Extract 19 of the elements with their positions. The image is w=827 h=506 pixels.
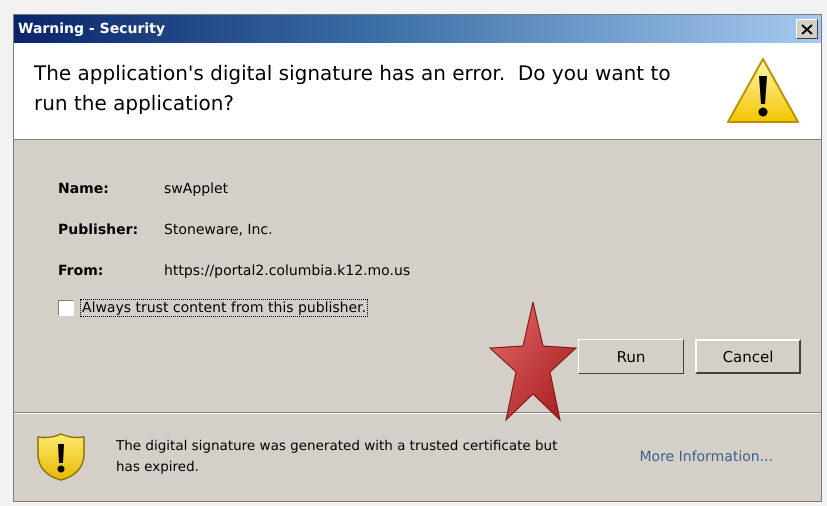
trust-checkbox[interactable] xyxy=(58,300,74,316)
footer-message: The digital signature was generated with a trusted certificate but has expired. xyxy=(116,437,558,477)
shield-warning-icon xyxy=(36,432,86,482)
field-label: Name: xyxy=(58,180,110,196)
close-icon xyxy=(801,24,813,34)
field-value: Stoneware, Inc. xyxy=(164,222,273,238)
cancel-button[interactable]: Cancel xyxy=(695,339,801,374)
field-value: https://portal2.columbia.k12.mo.us xyxy=(164,262,410,278)
field-label: Publisher: xyxy=(58,222,140,238)
header-message: The application's digital signature has an error. Do you want to run the application? xyxy=(34,60,672,117)
run-button[interactable]: Run xyxy=(578,339,684,374)
field-label: From: xyxy=(58,262,104,278)
checkbox-label[interactable]: Always trust content from this publisher. xyxy=(80,299,368,317)
more-information-link[interactable]: More Information... xyxy=(639,449,773,465)
field-value: swApplet xyxy=(164,180,228,196)
star-icon xyxy=(488,300,578,422)
close-button[interactable] xyxy=(796,19,818,39)
warning-icon xyxy=(725,56,801,126)
window-title: Warning - Security xyxy=(18,21,165,37)
